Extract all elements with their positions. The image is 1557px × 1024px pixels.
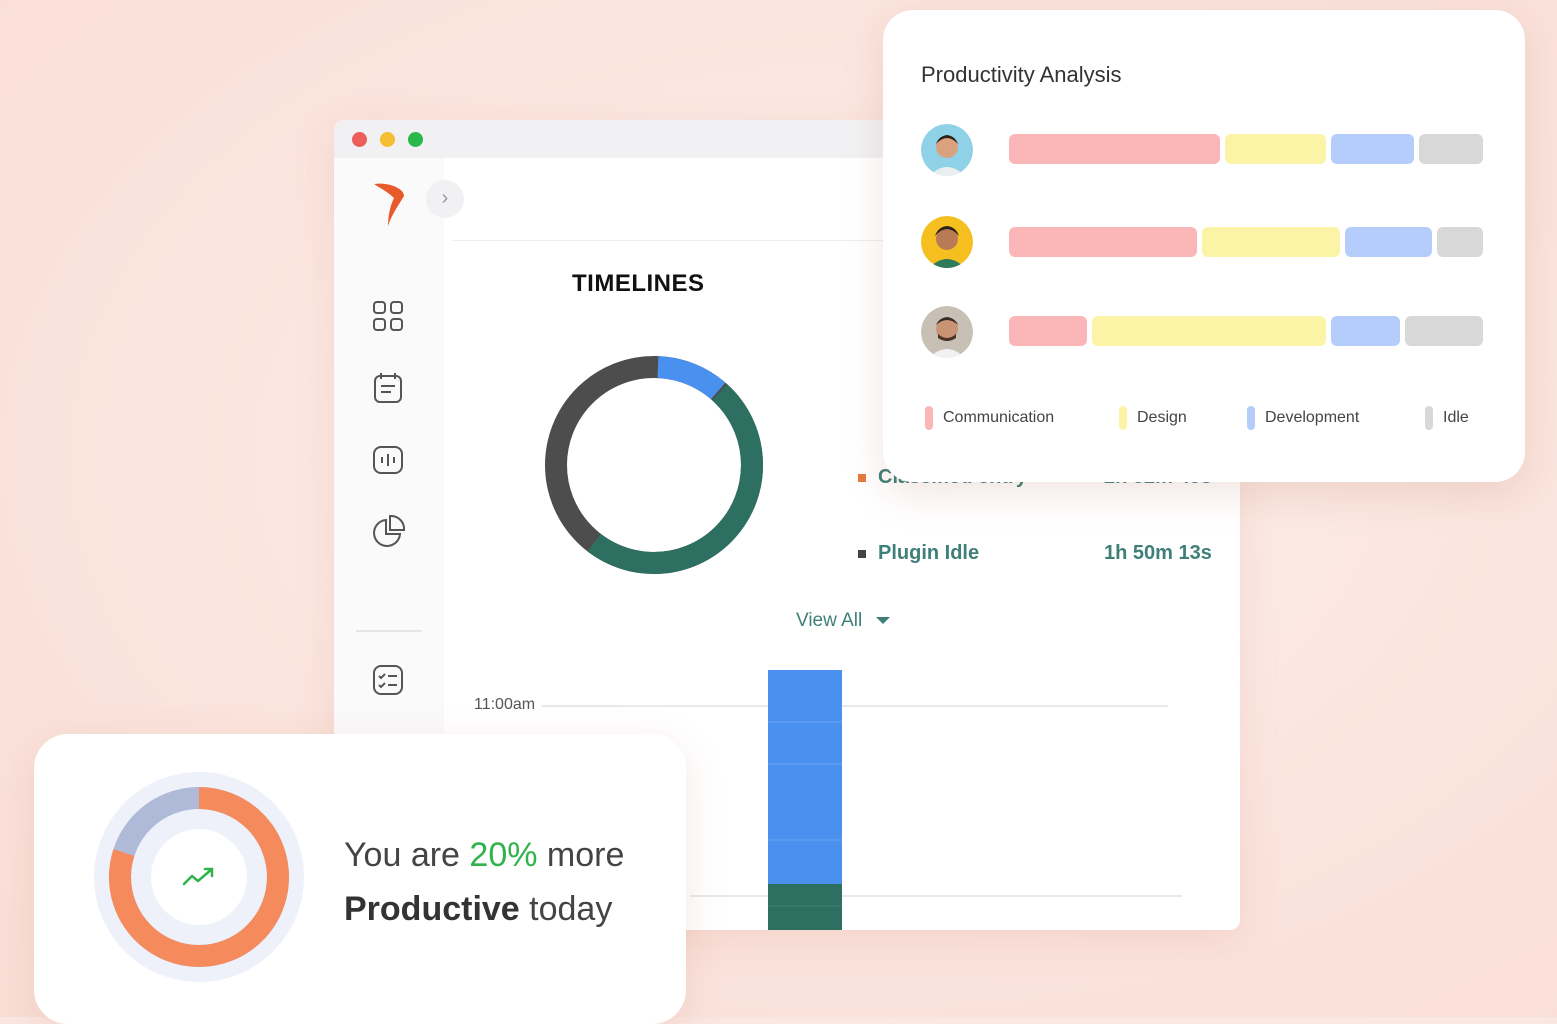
legend-color-idle xyxy=(1425,406,1433,430)
timeline-bar-classified xyxy=(768,884,842,930)
checklist-icon[interactable] xyxy=(368,660,408,700)
view-all-dropdown[interactable]: View All xyxy=(796,610,891,632)
bar-segment-development xyxy=(1331,316,1400,346)
productivity-percent: 20% xyxy=(469,836,538,874)
legend-label: Idle xyxy=(1443,409,1469,427)
bar-segment-development xyxy=(1344,227,1433,257)
bar-segment-design xyxy=(1202,227,1340,257)
legend-label: Development xyxy=(1265,409,1360,427)
legend-color-communication xyxy=(925,406,933,430)
maximize-window-button[interactable] xyxy=(408,132,423,147)
timelines-title: TIMELINES xyxy=(572,270,705,297)
caret-down-icon xyxy=(876,617,891,625)
app-logo[interactable] xyxy=(370,180,410,228)
productivity-analysis-card: Productivity Analysis Communication Desi… xyxy=(883,10,1525,482)
timeline-bar-active xyxy=(768,670,842,884)
pie-chart-icon[interactable] xyxy=(368,512,408,552)
message-tail: today xyxy=(519,890,613,928)
dashboard-icon[interactable] xyxy=(368,296,408,336)
bar-segment-design xyxy=(1225,134,1327,164)
productivity-banner-card: You are 20% more Productive today xyxy=(34,734,686,1024)
timeline-grid-line xyxy=(542,705,1168,707)
legend-label: Plugin Idle xyxy=(878,542,980,564)
legend-item-plugin-idle: Plugin Idle xyxy=(858,542,979,565)
legend-label: Design xyxy=(1137,409,1187,427)
legend-communication: Communication xyxy=(925,406,1054,430)
bar-segment-design xyxy=(1092,316,1327,346)
activity-icon[interactable] xyxy=(368,440,408,480)
legend-idle: Idle xyxy=(1425,406,1469,430)
message-bold: Productive xyxy=(344,890,520,928)
avatar-user-3[interactable] xyxy=(921,306,973,358)
legend-development: Development xyxy=(1247,406,1359,430)
legend-time-plugin-idle: 1h 50m 13s xyxy=(1104,542,1212,564)
timelines-donut-chart xyxy=(545,356,763,574)
productivity-bar-user-2 xyxy=(1009,227,1483,257)
bar-segment-idle xyxy=(1418,134,1483,164)
legend-design: Design xyxy=(1119,406,1187,430)
avatar-user-1[interactable] xyxy=(921,124,973,176)
sidebar-divider xyxy=(356,630,422,632)
bar-segment-communication xyxy=(1009,227,1198,257)
bar-segment-communication xyxy=(1009,134,1221,164)
collapse-sidebar-button[interactable]: › xyxy=(426,180,464,218)
legend-color-development xyxy=(1247,406,1255,430)
bar-segment-development xyxy=(1331,134,1414,164)
timeline-bar xyxy=(768,670,842,930)
timeline-time-label: 11:00am xyxy=(474,696,536,713)
legend-color-plugin-idle xyxy=(858,549,866,558)
legend-color-classified xyxy=(858,473,866,482)
notes-icon[interactable] xyxy=(368,368,408,408)
view-all-label: View All xyxy=(796,610,863,631)
legend-color-design xyxy=(1119,406,1127,430)
close-window-button[interactable] xyxy=(352,132,367,147)
productivity-ring-chart xyxy=(94,772,304,982)
bar-segment-idle xyxy=(1437,227,1483,257)
productivity-bar-user-3 xyxy=(1009,316,1483,346)
bar-segment-idle xyxy=(1404,316,1483,346)
message-prefix: You are xyxy=(344,836,470,874)
productivity-message: You are 20% more Productive today xyxy=(344,828,624,936)
legend-label: Communication xyxy=(943,409,1055,427)
timeline-grid-line xyxy=(690,895,1182,897)
productivity-bar-user-1 xyxy=(1009,134,1483,164)
message-suffix: more xyxy=(537,836,625,874)
productivity-title: Productivity Analysis xyxy=(921,62,1122,87)
minimize-window-button[interactable] xyxy=(380,132,395,147)
bar-segment-communication xyxy=(1009,316,1088,346)
avatar-user-2[interactable] xyxy=(921,216,973,268)
